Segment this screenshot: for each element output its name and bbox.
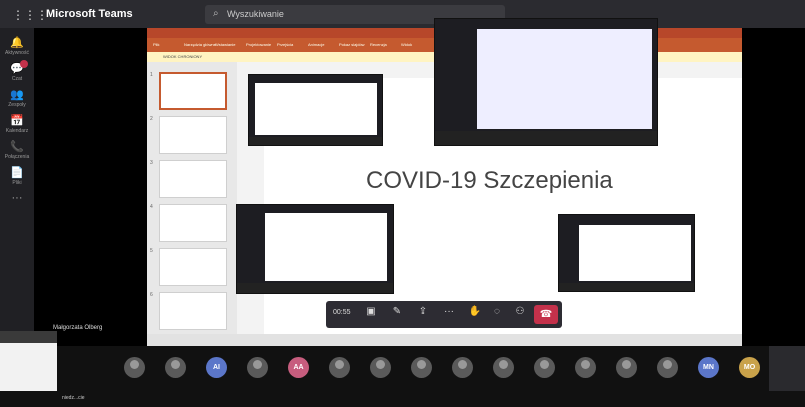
files-rail-item[interactable]: 📄 Pliki	[0, 166, 34, 186]
chat-rail-item[interactable]: 💬 Czat	[0, 60, 34, 82]
participant-avatar[interactable]	[657, 357, 678, 378]
taskbar: niedz...cie	[0, 391, 805, 407]
files-icon: 📄	[10, 167, 24, 179]
participant-avatar[interactable]	[616, 357, 637, 378]
participant-avatar[interactable]: MO	[739, 357, 760, 378]
camera-icon[interactable]: ▣	[362, 306, 380, 323]
ppt-status-bar	[147, 334, 742, 346]
meeting-controls: 00:55 ▣ ✎ ⇪ ··· ✋ ◌ ⚇ ☎	[326, 301, 562, 328]
leave-button[interactable]: ☎	[534, 305, 558, 324]
more-icon: ···	[11, 192, 23, 204]
slide-number: 5	[150, 248, 153, 254]
participant-avatar[interactable]: MN	[698, 357, 719, 378]
slide-number: 6	[150, 292, 153, 298]
ribbon-tab[interactable]: Projektowanie	[246, 42, 271, 47]
rail-label: Połączenia	[4, 154, 30, 160]
slide-number: 1	[150, 72, 153, 78]
participants-strip: AI AA MN MO	[34, 346, 769, 391]
participant-avatar[interactable]	[452, 357, 473, 378]
participant-avatar[interactable]: AI	[206, 357, 227, 378]
calls-rail-item[interactable]: 📞 Połączenia	[0, 140, 34, 160]
participant-avatar[interactable]	[575, 357, 596, 378]
teams-icon: 👥	[10, 89, 24, 101]
mic-icon[interactable]: ✎	[388, 306, 406, 323]
participant-avatar[interactable]	[534, 357, 555, 378]
participant-avatar[interactable]	[124, 357, 145, 378]
participant-avatar[interactable]	[247, 357, 268, 378]
slide-thumbnail[interactable]	[159, 248, 227, 286]
rail-label: Czat	[11, 76, 23, 82]
more-rail-item[interactable]: ···	[0, 192, 34, 204]
chat-icon: 💬	[10, 63, 24, 75]
app-name: Microsoft Teams	[46, 8, 133, 20]
slide-number: 2	[150, 116, 153, 122]
ribbon-tab[interactable]: Pokaz slajdów	[339, 42, 365, 47]
ribbon-tab[interactable]: Przejścia	[277, 42, 293, 47]
calendar-rail-item[interactable]: 📅 Kalendarz	[0, 114, 34, 134]
ribbon-tab[interactable]: Widok	[401, 42, 412, 47]
slide-thumbnails: 1 2 3 4 5 6	[147, 62, 237, 334]
participant-avatar[interactable]	[411, 357, 432, 378]
slide-thumbnail[interactable]	[159, 116, 227, 154]
protected-view-label: WIDOK CHRONIONY	[163, 54, 203, 59]
popup-header	[0, 331, 57, 343]
search-input[interactable]: Wyszukiwanie	[227, 9, 284, 19]
rail-label: Pliki	[12, 180, 22, 186]
slide-title: COVID-19 Szczepienia	[366, 167, 613, 194]
rail-label: Aktywność	[5, 50, 29, 56]
bell-rail-item[interactable]: 🔔 Aktywność	[0, 36, 34, 56]
more-icon[interactable]: ···	[440, 306, 458, 323]
notification-badge	[20, 60, 28, 68]
bell-icon: 🔔	[10, 37, 24, 49]
participant-avatar[interactable]	[329, 357, 350, 378]
slide-thumbnail[interactable]	[159, 204, 227, 242]
participant-avatar[interactable]: AA	[288, 357, 309, 378]
participants-icon[interactable]: ⚇	[511, 306, 529, 323]
meeting-timer: 00:55	[333, 309, 351, 316]
slide-thumbnail[interactable]	[159, 292, 227, 330]
search-icon: ⌕	[213, 8, 219, 19]
slide-number: 3	[150, 160, 153, 166]
taskbar-item[interactable]: niedz...cie	[62, 395, 85, 401]
participant-avatar[interactable]	[493, 357, 514, 378]
video-tile-3[interactable]	[236, 204, 394, 294]
video-tile-2[interactable]	[434, 18, 658, 146]
ribbon-tab[interactable]: Wstawianie	[215, 42, 235, 47]
slide-thumbnail[interactable]	[159, 72, 227, 110]
share-icon[interactable]: ⇪	[414, 306, 432, 323]
ribbon-tab[interactable]: Plik	[153, 42, 159, 47]
calls-icon: 📞	[10, 141, 24, 153]
hand-icon[interactable]: ✋	[466, 306, 484, 323]
presenter-name: Małgorzata Olberg	[53, 325, 103, 331]
ribbon-tab[interactable]: Recenzja	[370, 42, 387, 47]
participant-avatar[interactable]	[165, 357, 186, 378]
rail-label: Kalendarz	[5, 128, 29, 134]
ribbon-tab[interactable]: Animacje	[308, 42, 324, 47]
teams-title-bar: ⋮⋮⋮ Microsoft Teams ⌕ Wyszukiwanie	[0, 0, 805, 28]
rail-label: Zespoły	[8, 102, 26, 108]
right-panel	[769, 346, 805, 391]
slide-thumbnail[interactable]	[159, 160, 227, 198]
calendar-icon: 📅	[10, 115, 24, 127]
slide-number: 4	[150, 204, 153, 210]
participant-avatar[interactable]	[370, 357, 391, 378]
video-tile-4[interactable]	[558, 214, 695, 292]
ribbon-tab[interactable]: Narzędzia główne	[184, 42, 216, 47]
teams-rail-item[interactable]: 👥 Zespoły	[0, 88, 34, 108]
video-tile-1[interactable]	[248, 74, 383, 146]
chat-icon[interactable]: ◌	[488, 306, 506, 323]
app-launcher-icon[interactable]: ⋮⋮⋮	[12, 8, 48, 22]
